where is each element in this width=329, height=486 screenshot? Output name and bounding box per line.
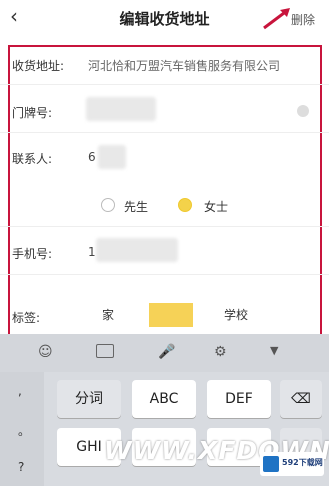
symbol-key[interactable]: , (18, 384, 22, 398)
logo-icon (263, 456, 279, 472)
mic-icon[interactable]: 🎤 (158, 344, 175, 360)
key-abc[interactable]: ABC (132, 380, 196, 418)
radio-madam[interactable] (178, 198, 192, 212)
delete-button[interactable]: 删除 (291, 11, 315, 28)
keyboard-icon[interactable] (96, 344, 114, 358)
divider (0, 132, 329, 133)
emoji-icon[interactable]: ☺ (38, 344, 53, 360)
tag-company[interactable] (149, 303, 193, 327)
tag-school[interactable]: 学校 (214, 303, 258, 327)
divider (0, 226, 329, 227)
logo-text: 592下载网 (282, 458, 323, 467)
watermark-logo: 592下载网 (260, 452, 324, 476)
contact-input-blur (98, 145, 126, 169)
radio-sir[interactable] (101, 198, 115, 212)
arrow-annotation-icon (263, 8, 290, 30)
key-def[interactable]: DEF (207, 380, 271, 418)
header-bar: ‹ 编辑收货地址 删除 (0, 0, 329, 34)
backspace-icon[interactable]: ⌫ (280, 380, 322, 418)
house-number-input[interactable] (86, 97, 156, 121)
tag-home[interactable]: 家 (90, 303, 126, 327)
divider (0, 84, 329, 85)
settings-icon[interactable]: ⚙ (214, 344, 227, 360)
address-value[interactable]: 河北恰和万盟汽车销售服务有限公司 (88, 57, 280, 74)
house-number-label: 门牌号: (12, 106, 53, 120)
radio-sir-label: 先生 (124, 200, 149, 214)
collapse-icon[interactable]: ▼ (270, 344, 278, 357)
keyboard-toolbar: ☺ 🎤 ⚙ ▼ (0, 334, 329, 372)
symbol-column: , 。 ? (0, 372, 44, 486)
phone-label: 手机号: (12, 247, 53, 261)
tag-label: 标签: (12, 311, 41, 325)
contact-label: 联系人: (12, 152, 53, 166)
clear-icon[interactable] (297, 105, 309, 117)
symbol-key[interactable]: 。 (18, 422, 30, 439)
symbol-key[interactable]: ? (18, 460, 24, 474)
phone-input-blur (96, 238, 178, 262)
address-label: 收货地址: (12, 59, 65, 73)
contact-input[interactable]: 6 (88, 150, 96, 164)
radio-madam-label: 女士 (204, 200, 229, 214)
divider (0, 274, 329, 275)
phone-input[interactable]: 1 (88, 245, 96, 259)
key-fenci[interactable]: 分词 (57, 380, 121, 418)
